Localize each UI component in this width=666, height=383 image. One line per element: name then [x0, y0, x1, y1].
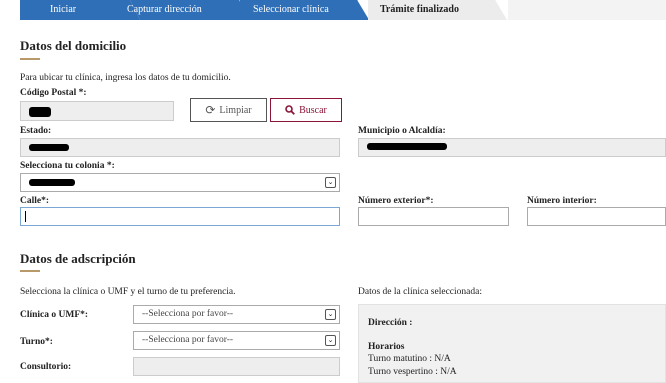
section-title-adscripcion: Datos de adscripción — [20, 251, 136, 266]
redacted-value — [367, 143, 447, 150]
direccion-label: Dirección : — [368, 318, 413, 328]
chevron-down-icon: ⌄ — [325, 309, 336, 320]
text-cursor — [25, 211, 26, 222]
colonia-select[interactable]: ⌄ — [20, 173, 340, 192]
redacted-value — [29, 179, 75, 186]
numero-interior-label: Número interior: — [527, 196, 597, 206]
step-tramite-finalizado: Trámite finalizado — [368, 0, 508, 20]
horarios-label: Horarios — [368, 342, 405, 352]
turno-select-value: --Selecciona por favor-- — [142, 335, 234, 345]
progress-stepper: Iniciar Capturar dirección Seleccionar c… — [20, 0, 666, 20]
clinica-select[interactable]: --Selecciona por favor-- ⌄ — [133, 305, 340, 324]
adscripcion-instruction: Selecciona la clínica o UMF y el turno d… — [20, 287, 236, 297]
redacted-value — [29, 107, 51, 117]
consultorio-label: Consultorio: — [20, 362, 72, 372]
colonia-label: Selecciona tu colonia *: — [20, 161, 115, 171]
step-iniciar-label: Iniciar — [50, 4, 77, 15]
refresh-icon: ⟳ — [205, 103, 216, 117]
calle-input[interactable] — [20, 207, 340, 226]
step-capturar-direccion: Capturar dirección — [120, 0, 250, 20]
step-tramite-label: Trámite finalizado — [380, 4, 459, 15]
chevron-down-icon: ⌄ — [325, 335, 336, 346]
numero-exterior-input[interactable] — [358, 207, 509, 226]
clear-button-label: Limpiar — [219, 104, 252, 116]
stepper-track — [508, 0, 666, 20]
step-seleccionar-label: Seleccionar clínica — [253, 4, 329, 15]
clinic-info-heading: Datos de la clínica seleccionada: — [358, 287, 482, 297]
domicilio-instruction: Para ubicar tu clínica, ingresa los dato… — [20, 73, 231, 83]
codigo-postal-input[interactable] — [20, 101, 174, 121]
chevron-down-icon: ⌄ — [325, 177, 336, 188]
turno-select[interactable]: --Selecciona por favor-- ⌄ — [133, 331, 340, 350]
clinica-label: Clínica o UMF*: — [20, 310, 89, 320]
clinica-select-value: --Selecciona por favor-- — [142, 309, 234, 319]
clinic-info-panel: Dirección : Horarios Turno matutino : N/… — [358, 304, 666, 383]
calle-label: Calle*: — [20, 196, 50, 206]
search-icon — [285, 105, 296, 115]
codigo-postal-label: Código Postal *: — [20, 88, 87, 98]
consultorio-field — [133, 357, 340, 376]
section-rule-adscripcion — [20, 270, 40, 272]
numero-interior-input[interactable] — [527, 207, 666, 226]
turno-label: Turno*: — [20, 337, 53, 347]
estado-label: Estado: — [20, 126, 52, 136]
municipio-field — [358, 138, 666, 157]
clear-button[interactable]: ⟳ Limpiar — [190, 98, 267, 122]
estado-field — [20, 138, 340, 157]
search-button-label: Buscar — [299, 104, 327, 116]
section-rule-domicilio — [20, 58, 40, 60]
search-button[interactable]: Buscar — [270, 98, 342, 122]
municipio-label: Municipio o Alcaldía: — [358, 126, 446, 136]
turno-vespertino-text: Turno vespertino : N/A — [368, 367, 457, 377]
step-capturar-label: Capturar dirección — [127, 4, 202, 15]
section-title-domicilio: Datos del domicilio — [20, 38, 127, 53]
numero-exterior-label: Número exterior*: — [358, 196, 434, 206]
redacted-value — [29, 144, 69, 151]
turno-matutino-text: Turno matutino : N/A — [368, 354, 451, 364]
step-seleccionar-clinica: Seleccionar clínica — [240, 0, 370, 20]
